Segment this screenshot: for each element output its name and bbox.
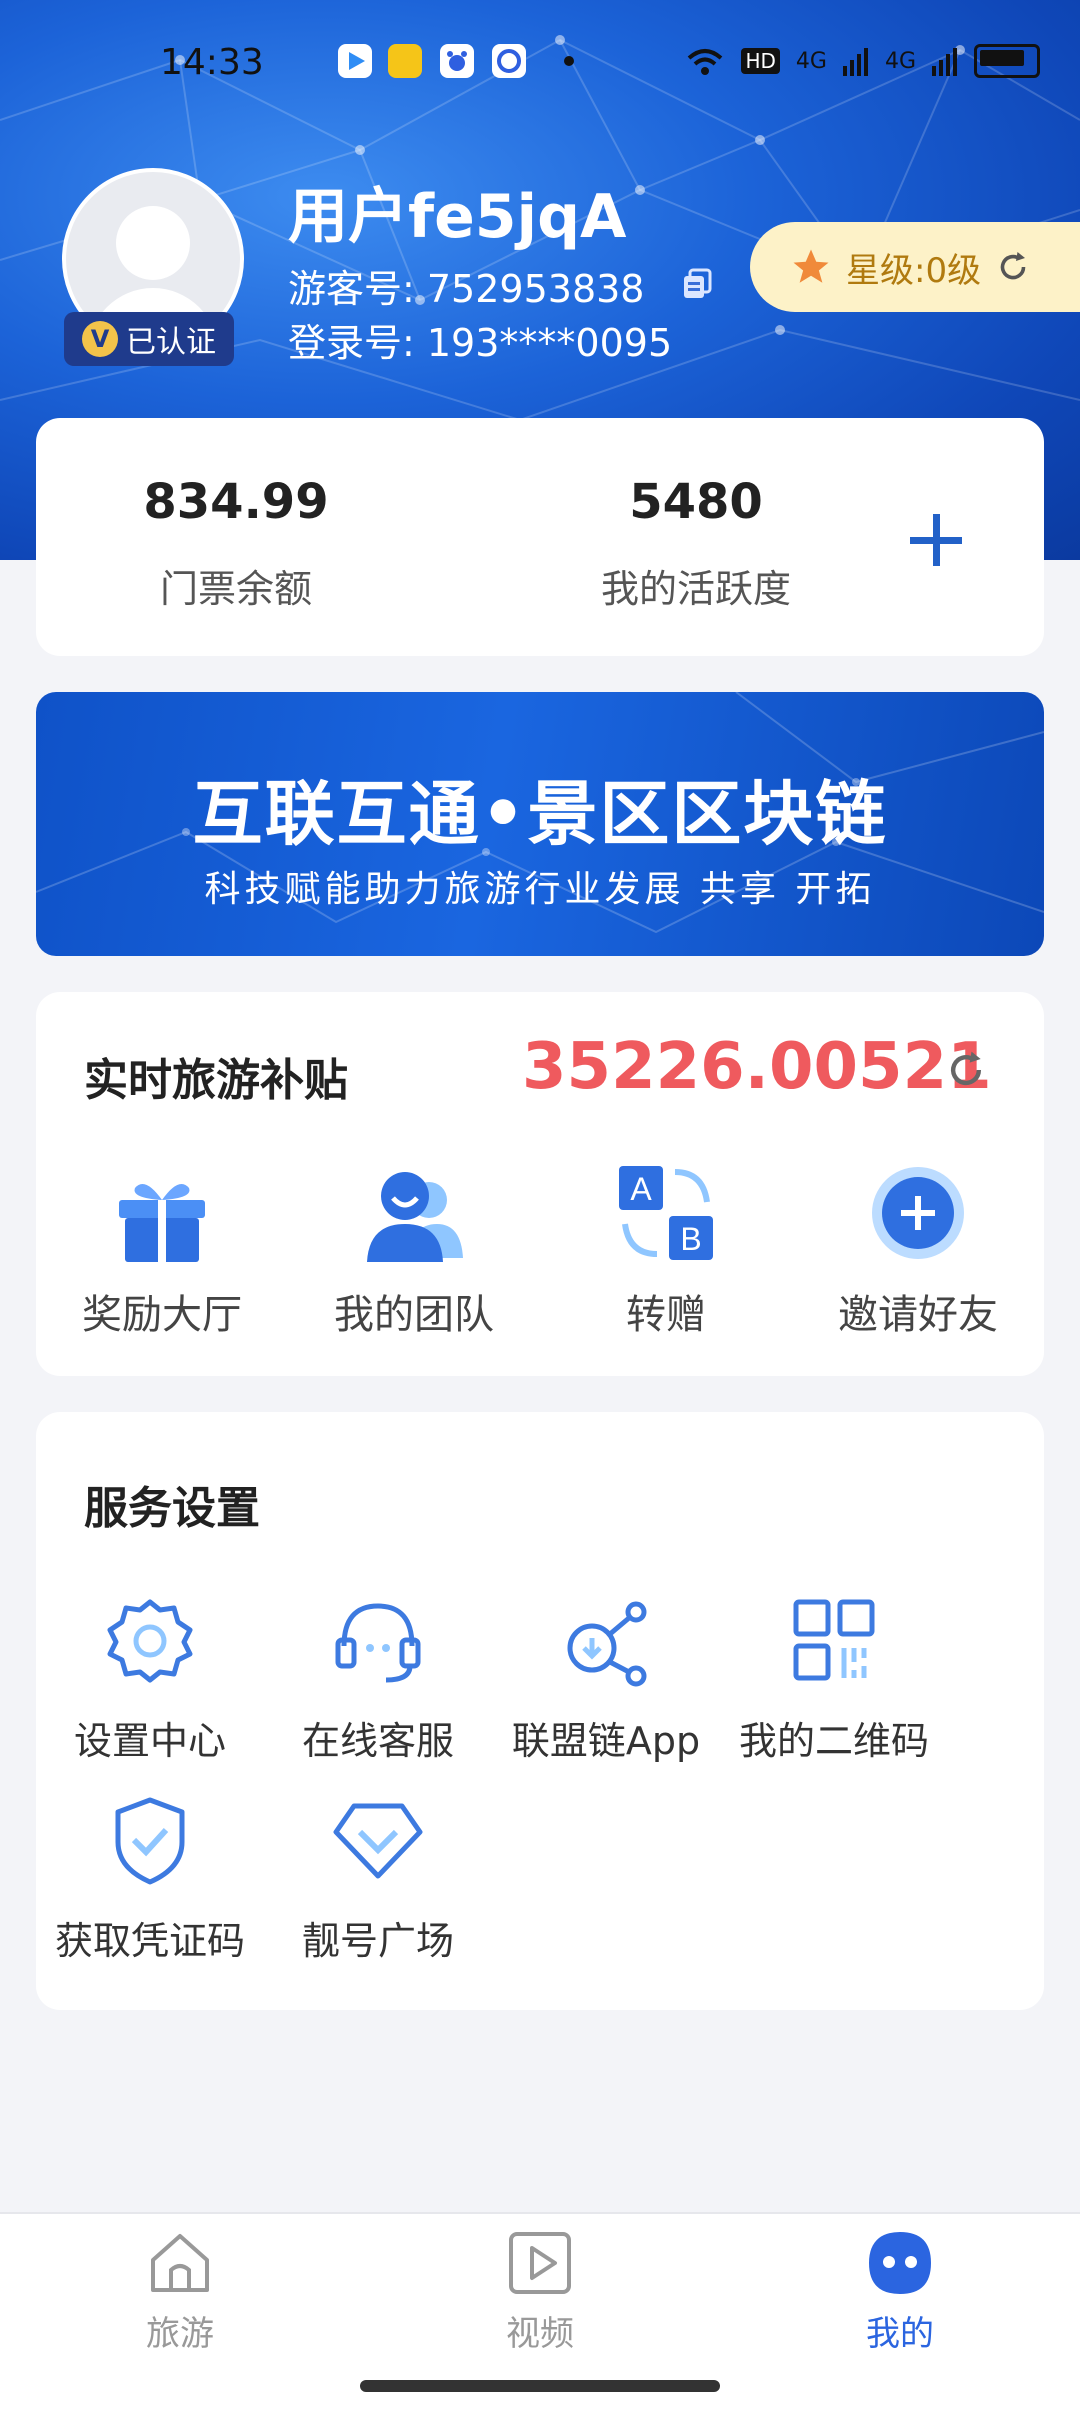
team-icon [367,1172,463,1262]
transfer-icon: A B [619,1166,713,1260]
ticket-balance-label[interactable]: 门票余额 [86,558,386,613]
qrcode-icon [793,1599,875,1681]
reward-hall-label: 奖励大厅 [82,1292,242,1338]
home-icon [151,2234,209,2292]
username: 用户fe5jqA [288,182,627,252]
settings-center-button[interactable]: 设置中心 [36,1592,264,1765]
online-support-button[interactable]: 在线客服 [264,1592,492,1765]
tab-travel[interactable]: 旅游 [80,2228,280,2355]
my-qrcode-button[interactable]: 我的二维码 [720,1592,948,1765]
home-indicator[interactable] [360,2380,720,2392]
visitor-id: 游客号: 752953838 [288,267,645,311]
more-notifications-dot [564,56,574,66]
gift-icon [119,1184,205,1262]
verified-label: 已认证 [126,325,216,360]
signal-bars-icon [932,48,957,76]
subsidy-card: 实时旅游补贴 35226.00521 奖励大厅 我的团队 A B 转赠 邀请好友 [36,992,1044,1376]
settings-center-label: 设置中心 [73,1719,226,1763]
signal-4g-icon: 4G [884,48,916,74]
plus-icon[interactable] [906,510,966,570]
star-icon [793,249,829,283]
hd-badge: HD [741,48,780,74]
my-qrcode-label: 我的二维码 [738,1719,929,1763]
status-bar: 14:33 HD 4G 4G [0,0,1080,120]
shield-check-icon [115,1797,185,1885]
notification-app-icon [388,44,422,78]
status-indicators: HD 4G 4G [685,44,1040,78]
subsidy-value: 35226.00521 [522,1030,992,1104]
tab-travel-label: 旅游 [146,2314,214,2354]
services-card: 服务设置 设置中心 在线客服 联盟链App 我的二维码 获取凭证码 靓号广场 [36,1412,1044,2010]
premium-number-square-label: 靓号广场 [301,1919,454,1963]
headset-icon [335,1603,421,1683]
premium-number-square-button[interactable]: 靓号广场 [264,1792,492,1965]
wifi-icon [688,49,723,75]
online-support-label: 在线客服 [301,1719,454,1763]
activity-label[interactable]: 我的活跃度 [546,558,846,613]
alliance-chain-app-button[interactable]: 联盟链App [492,1592,720,1765]
verified-badge: V 已认证 [64,312,234,366]
ticket-balance-value: 834.99 [143,474,329,530]
promo-banner[interactable]: 互联互通•景区区块链 科技赋能助力旅游行业发展 共享 开拓 [36,692,1044,956]
profile-face-icon [869,2232,931,2294]
copy-icon[interactable] [680,266,714,300]
my-team-button[interactable]: 我的团队 [288,1158,540,1340]
notification-app-icon [492,44,526,78]
gear-icon [107,1599,193,1683]
services-title: 服务设置 [84,1483,260,1534]
refresh-icon[interactable] [995,249,1031,285]
notification-app-icon [338,44,372,78]
transfer-letter-a: A [630,1171,652,1207]
notification-app-icon [440,44,474,78]
alliance-chain-app-label: 联盟链App [511,1719,701,1763]
transfer-label: 转赠 [626,1292,706,1338]
signal-bars-icon [842,48,868,76]
subsidy-title: 实时旅游补贴 [84,1055,348,1106]
refresh-icon[interactable] [944,1048,988,1092]
share-icon [567,1601,647,1687]
transfer-letter-b: B [680,1221,701,1257]
tab-video[interactable]: 视频 [440,2228,640,2355]
invite-friends-button[interactable]: 邀请好友 [792,1158,1044,1340]
transfer-button[interactable]: A B 转赠 [540,1158,792,1340]
verified-v-icon: V [82,321,118,357]
invite-friends-label: 邀请好友 [838,1292,998,1338]
tab-video-label: 视频 [506,2314,574,2354]
my-team-label: 我的团队 [334,1292,494,1338]
get-voucher-code-label: 获取凭证码 [54,1919,245,1963]
star-level-badge[interactable]: 星级:0级 [750,222,1080,312]
signal-4g-icon: 4G [795,48,827,74]
stats-card: 834.99 门票余额 5480 我的活跃度 [36,418,1044,656]
diamond-icon [333,1803,423,1879]
video-icon [509,2232,571,2294]
get-voucher-code-button[interactable]: 获取凭证码 [36,1792,264,1965]
battery-icon [974,44,1040,78]
login-id: 登录号: 193****0095 [288,321,673,365]
tab-mine[interactable]: 我的 [800,2228,1000,2355]
banner-title: 互联互通•景区区块链 [192,773,888,855]
status-time: 14:33 [160,42,264,83]
reward-hall-button[interactable]: 奖励大厅 [36,1158,288,1340]
tab-mine-label: 我的 [866,2314,934,2354]
banner-subtitle: 科技赋能助力旅游行业发展 共享 开拓 [204,869,876,910]
invite-icon [872,1167,964,1259]
activity-value: 5480 [629,474,763,530]
star-level-label: 星级:0级 [846,250,982,291]
